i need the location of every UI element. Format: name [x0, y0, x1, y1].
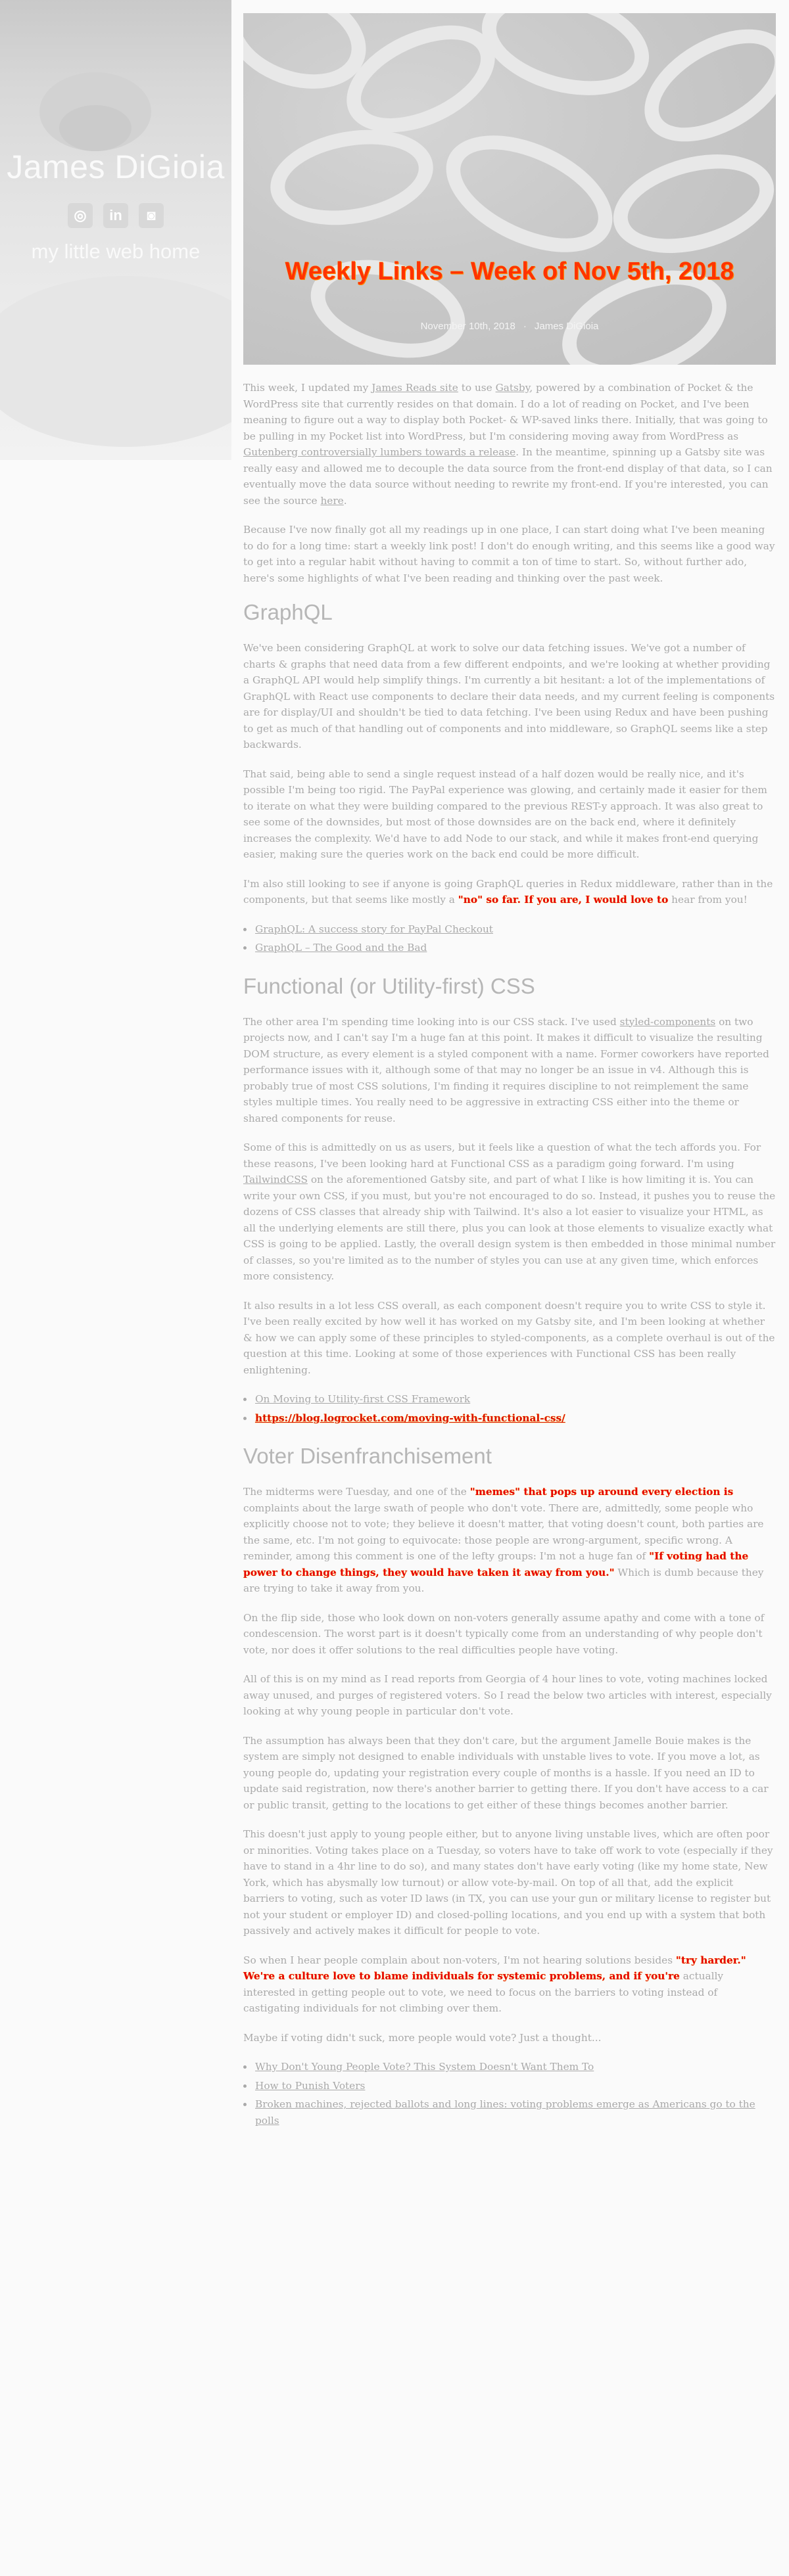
voter-paragraph: So when I hear people complain about non…: [243, 1952, 776, 2017]
graphql-paypal-link[interactable]: GraphQL: A success story for PayPal Chec…: [255, 923, 493, 935]
voter-links: Why Don't Young People Vote? This System…: [254, 2059, 776, 2128]
list-item: Broken machines, rejected ballots and lo…: [254, 2096, 776, 2128]
graphql-good-bad-link[interactable]: GraphQL – The Good and the Bad: [255, 942, 427, 954]
text: The midterms were Tuesday, and one of th…: [243, 1486, 470, 1498]
header-image-rock: [59, 105, 132, 151]
text: .: [343, 494, 347, 507]
gutenberg-link[interactable]: Gutenberg controversially lumbers toward…: [243, 446, 515, 458]
list-item: How to Punish Voters: [254, 2078, 776, 2094]
github-icon[interactable]: ◎: [68, 203, 93, 228]
text: to use: [458, 382, 496, 394]
post-date: November 10th, 2018: [420, 321, 515, 332]
voter-paragraph: The assumption has always been that they…: [243, 1734, 769, 1811]
highlighted-text: "memes" that pops up around every electi…: [469, 1486, 734, 1498]
instagram-icon[interactable]: ◙: [139, 203, 164, 228]
text: on the aforementioned Gatsby site, and p…: [243, 1174, 776, 1282]
text: Some of this is admittedly on us as user…: [243, 1141, 761, 1170]
chain-link-decoration: [262, 118, 441, 237]
highlighted-text: We're a culture love to blame individual…: [243, 1970, 680, 1982]
utility-first-link[interactable]: On Moving to Utility-first CSS Framework: [255, 1393, 470, 1405]
source-link[interactable]: here: [320, 495, 343, 507]
list-item: GraphQL – The Good and the Bad: [254, 940, 776, 956]
graphql-paragraph: I'm also still looking to see if anyone …: [243, 876, 776, 908]
intro-paragraph: Because I've now finally got all my read…: [243, 524, 775, 584]
css-paragraph: It also results in a lot less CSS overal…: [243, 1299, 775, 1376]
tailwindcss-link[interactable]: TailwindCSS: [243, 1174, 308, 1185]
sidebar: James DiGioia ◎ in ◙ my little web home: [0, 0, 231, 460]
meta-separator: ·: [523, 321, 527, 332]
text: The other area I'm spending time looking…: [243, 1015, 620, 1028]
css-paragraph: Some of this is admittedly on us as user…: [243, 1139, 776, 1285]
post-meta: November 10th, 2018 · James DiGioia: [243, 321, 776, 332]
graphql-paragraph: That said, being able to send a single r…: [243, 768, 767, 861]
highlighted-text: "no" so far. If you are, I would love to: [458, 894, 669, 906]
chain-link-decoration: [602, 138, 776, 269]
section-heading-css: Functional (or Utility-first) CSS: [243, 973, 535, 998]
chain-link-decoration: [625, 13, 776, 165]
gatsby-link[interactable]: Gatsby: [496, 382, 530, 394]
post-content: This week, I updated my James Reads site…: [243, 380, 776, 2146]
punish-voters-link[interactable]: How to Punish Voters: [255, 2080, 365, 2092]
list-item: On Moving to Utility-first CSS Framework: [254, 1391, 776, 1408]
intro-paragraph: This week, I updated my James Reads site…: [243, 380, 776, 509]
chain-link-decoration: [427, 111, 631, 277]
section-heading-graphql: GraphQL: [243, 600, 333, 624]
css-links: On Moving to Utility-first CSS Framework…: [254, 1391, 776, 1426]
highlighted-text: "try harder.": [675, 1954, 746, 1966]
list-item: GraphQL: A success story for PayPal Chec…: [254, 921, 776, 938]
list-item: Why Don't Young People Vote? This System…: [254, 2059, 776, 2075]
css-paragraph: The other area I'm spending time looking…: [243, 1014, 776, 1127]
graphql-paragraph: We've been considering GraphQL at work t…: [243, 642, 775, 750]
list-item: https://blog.logrocket.com/moving-with-f…: [254, 1410, 776, 1427]
voter-paragraph: All of this is on my mind as I read repo…: [243, 1673, 772, 1717]
chain-link-decoration: [470, 13, 661, 113]
text: So when I hear people complain about non…: [243, 1954, 676, 1966]
social-links: ◎ in ◙: [0, 203, 231, 228]
graphql-links: GraphQL: A success story for PayPal Chec…: [254, 921, 776, 956]
voter-paragraph: The midterms were Tuesday, and one of th…: [243, 1484, 776, 1597]
james-reads-link[interactable]: James Reads site: [371, 382, 458, 394]
post-author[interactable]: James DiGioia: [535, 321, 599, 332]
post-title: Weekly Links – Week of Nov 5th, 2018: [285, 258, 734, 285]
voter-paragraph: This doesn't just apply to young people …: [243, 1828, 773, 1937]
voter-paragraph: Maybe if voting didn't suck, more people…: [243, 2031, 602, 2044]
sidebar-brand: James DiGioia ◎ in ◙ my little web home: [0, 148, 231, 264]
text: This week, I updated my: [243, 382, 372, 394]
section-heading-voter: Voter Disenfranchisement: [243, 1444, 492, 1468]
voter-paragraph: On the flip side, those who look down on…: [243, 1611, 765, 1656]
styled-components-link[interactable]: styled-components: [620, 1016, 716, 1028]
header-image-ground: [0, 276, 231, 447]
functional-css-link[interactable]: https://blog.logrocket.com/moving-with-f…: [255, 1412, 565, 1424]
voting-problems-link[interactable]: Broken machines, rejected ballots and lo…: [255, 2098, 755, 2127]
young-people-vote-link[interactable]: Why Don't Young People Vote? This System…: [255, 2061, 594, 2073]
site-title[interactable]: James DiGioia: [0, 148, 231, 186]
post-hero-image: Weekly Links – Week of Nov 5th, 2018 Nov…: [243, 13, 776, 365]
text: on two projects now, and I can't say I'm…: [243, 1015, 769, 1124]
text: hear from you!: [668, 894, 748, 906]
linkedin-icon[interactable]: in: [103, 203, 128, 228]
site-tagline: my little web home: [31, 240, 201, 263]
